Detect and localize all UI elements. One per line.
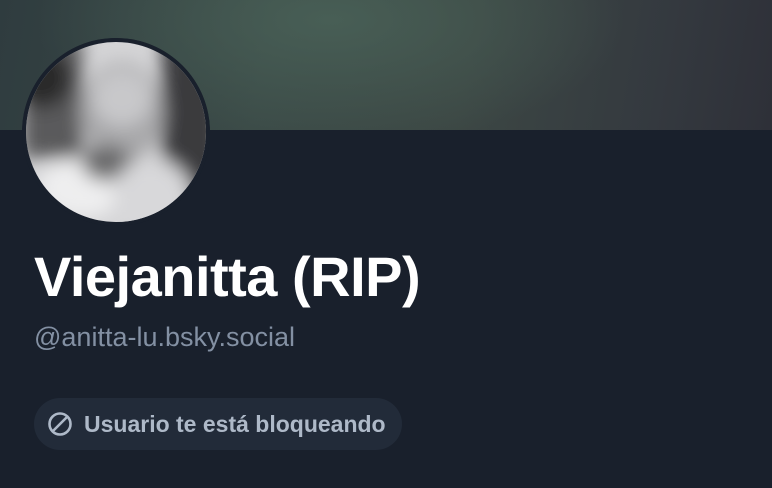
blocked-notice-label: Usuario te está bloqueando: [84, 410, 386, 437]
profile-header: Viejanitta (RIP) @anitta-lu.bsky.social …: [0, 0, 772, 488]
blocked-by-user-badge[interactable]: Usuario te está bloqueando: [34, 398, 402, 450]
display-name: Viejanitta (RIP): [34, 245, 421, 308]
avatar[interactable]: [22, 38, 210, 226]
profile-handle: @anitta-lu.bsky.social: [34, 322, 296, 352]
avatar-image: [22, 38, 210, 226]
block-icon: [46, 410, 74, 438]
